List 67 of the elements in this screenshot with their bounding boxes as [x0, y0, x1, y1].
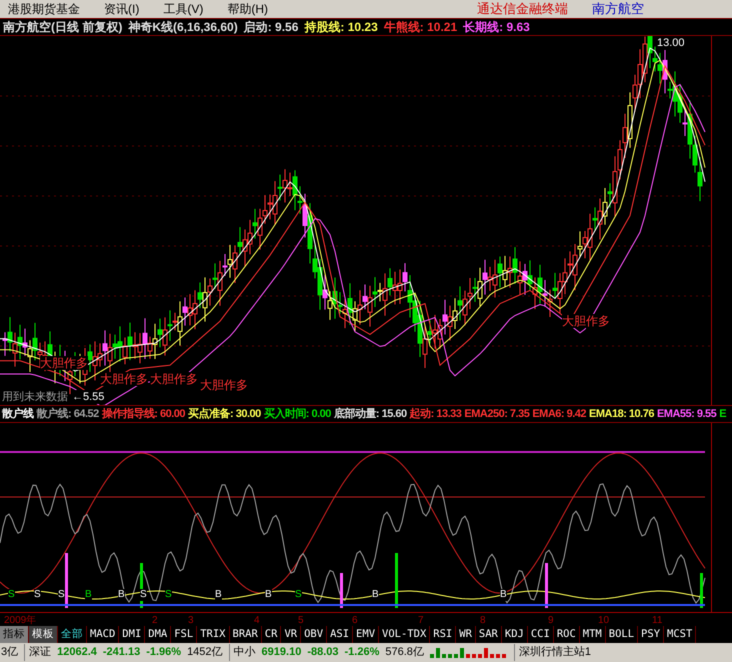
indicator-legend-text: EMA6: 9.42 [532, 406, 586, 422]
indicator-legend-text: 买点准备: 30.00 [188, 406, 261, 422]
index-amount: 576.8亿 [385, 645, 424, 660]
chart-legend-text: 南方航空(日线 前复权) [3, 19, 122, 36]
index-percent: -1.96% [146, 645, 182, 660]
price-label: ←5.55 [72, 390, 104, 404]
index-amount: 1452亿 [187, 645, 223, 660]
indicator-legend-text: EMA250: 7.35 [464, 406, 530, 422]
indicator-bar [65, 553, 68, 608]
signal-marker: S [140, 589, 147, 601]
menu-item[interactable]: 帮助(H) [227, 0, 268, 18]
indicator-bar [545, 563, 548, 608]
server-name: 深圳行情主站1 [514, 644, 592, 661]
indicator-legend-text: 起动: 13.33 [410, 406, 462, 422]
axis-label: 6 [352, 614, 358, 628]
indicator-tab[interactable]: 指标 [0, 626, 29, 643]
axis-label: 3 [188, 614, 194, 628]
app-title: 通达信金融终端 [477, 0, 568, 18]
signal-marker: B [85, 589, 92, 601]
signal-marker: B [500, 589, 507, 601]
index-value: 12062.4 [57, 645, 97, 660]
axis-label: 4 [254, 614, 260, 628]
axis-label: 2 [152, 614, 158, 628]
signal-marker: B [215, 589, 222, 601]
axis-label: 5 [298, 614, 304, 628]
axis-label: 10 [598, 614, 610, 628]
index-value: 6919.10 [262, 645, 302, 660]
chart-legend-text: 神奇K线(6,16,36,60) [128, 19, 238, 36]
signal-label: 大胆作多 [150, 372, 198, 386]
indicator-legend-text: 操作指导线: 60.00 [102, 406, 185, 422]
chart-legend-text: 持股线: 10.23 [304, 19, 378, 36]
signal-label: 大胆作多 [40, 356, 88, 370]
axis-label: 8 [480, 614, 486, 628]
status-text: 3亿 [1, 645, 18, 660]
price-label: 13.00 [657, 36, 685, 50]
indicator-legend-text: 散户线 [2, 406, 34, 422]
index-change: -88.03 [307, 645, 339, 660]
indicator-legend-text: 散户线: 64.52 [36, 406, 99, 422]
indicator-legend-text: 底部动量: 15.60 [334, 406, 407, 422]
axis-label: 2009年 [4, 614, 36, 628]
index-change: -241.13 [102, 645, 140, 660]
indicator-bar [700, 573, 703, 608]
market-breadth-icon [430, 648, 508, 658]
indicator-tab[interactable]: 模板 [29, 626, 58, 643]
axis-label: 11 [652, 614, 662, 628]
signal-label: 大胆作多 [200, 378, 248, 392]
indicator-legend-text: 买入时间: 0.00 [264, 406, 331, 422]
index-name: 深证 [29, 645, 52, 660]
menu-item[interactable]: 工具(V) [163, 0, 204, 18]
index-percent: -1.26% [344, 645, 380, 660]
indicator-legend-text: EMA18: 10.76 [589, 406, 654, 422]
axis-label: 7 [418, 614, 424, 628]
indicator-bar [340, 573, 343, 608]
indicator-legend-text: EMA55: 9.55 [656, 406, 716, 422]
chart-legend-text: 启动: 9.56 [244, 19, 298, 36]
menu-item[interactable]: 港股期货基金 [8, 0, 80, 18]
chart-note: 用到未来数据 [2, 390, 68, 404]
indicator-bar [395, 553, 398, 608]
signal-label: 大胆作多 [562, 314, 610, 328]
indicator-legend-text: E [719, 406, 726, 422]
chart-legend-text: 长期线: 9.63 [463, 19, 530, 36]
stock-name: 南方航空 [592, 0, 644, 18]
index-name: 中小 [234, 645, 256, 660]
menu-item[interactable]: 资讯(I) [104, 0, 140, 18]
chart-legend-text: 牛熊线: 10.21 [384, 19, 458, 36]
axis-label: 9 [548, 614, 554, 628]
signal-label: 大胆作多 [100, 372, 148, 386]
